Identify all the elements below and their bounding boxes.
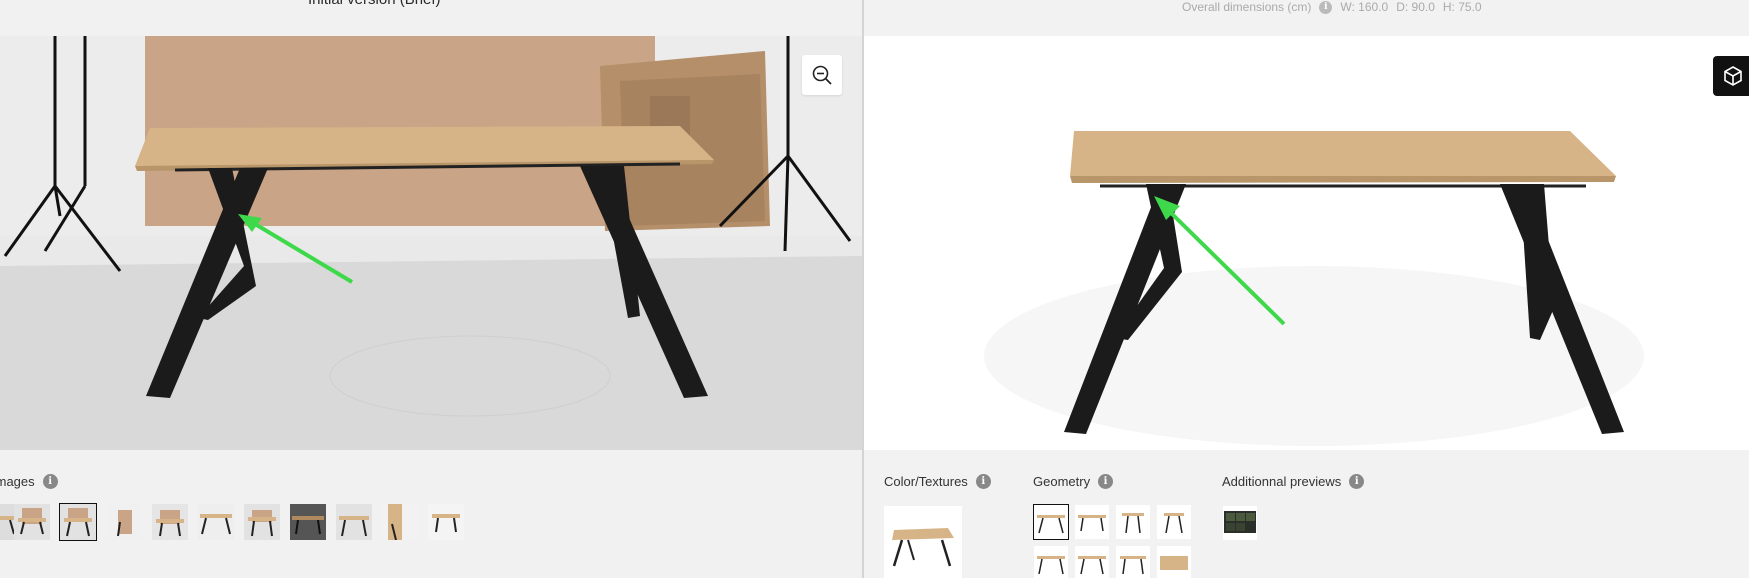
product-photo xyxy=(0,36,862,450)
overall-dimensions: Overall dimensions (cm) i W: 160.0 D: 90… xyxy=(1182,0,1482,14)
image-thumbnail[interactable] xyxy=(106,504,142,540)
additional-previews-text: Additionnal previews xyxy=(1222,474,1342,489)
additional-preview-thumbnail[interactable] xyxy=(1223,506,1257,540)
3d-render-view[interactable] xyxy=(864,36,1749,450)
dimension-height: H: 75.0 xyxy=(1442,0,1482,14)
geometry-option-selected[interactable] xyxy=(1033,504,1069,540)
geometry-option[interactable] xyxy=(1157,546,1191,578)
geometry-option[interactable] xyxy=(1075,546,1109,578)
zoom-out-icon xyxy=(812,65,832,85)
info-icon[interactable]: i xyxy=(42,474,58,489)
geometry-option[interactable] xyxy=(1116,505,1150,539)
render-illustration xyxy=(864,36,1749,450)
geometry-option[interactable] xyxy=(1034,546,1068,578)
header-icons[interactable]: ⌃⌃ xyxy=(778,0,862,9)
color-textures-text: Color/Textures xyxy=(884,474,968,489)
info-icon[interactable]: i xyxy=(1319,0,1333,14)
info-icon[interactable]: i xyxy=(1349,474,1365,489)
info-icon[interactable]: i xyxy=(1098,474,1114,489)
image-thumbnail[interactable] xyxy=(336,504,372,540)
cube-3d-icon xyxy=(1724,66,1742,86)
info-icon[interactable]: i xyxy=(975,474,991,489)
image-thumbnail[interactable] xyxy=(428,504,464,540)
images-section-label: Images i xyxy=(0,474,58,489)
image-thumbnail[interactable] xyxy=(198,504,234,540)
geometry-option[interactable] xyxy=(1075,505,1109,539)
image-thumbnail[interactable] xyxy=(152,504,188,540)
3d-view-button[interactable] xyxy=(1713,56,1749,96)
geometry-option[interactable] xyxy=(1157,505,1191,539)
dimension-width: W: 160.0 xyxy=(1340,0,1389,14)
dimension-depth: D: 90.0 xyxy=(1396,0,1435,14)
pane-title: Initial version (Brief) xyxy=(308,0,441,8)
rendered-preview-pane: Overall dimensions (cm) i W: 160.0 D: 90… xyxy=(864,0,1749,578)
zoom-out-button[interactable] xyxy=(802,55,842,95)
image-thumbnail-selected[interactable] xyxy=(59,503,97,541)
additional-previews-label: Additionnal previews i xyxy=(1222,474,1365,489)
geometry-text: Geometry xyxy=(1033,474,1091,489)
image-thumbnail[interactable] xyxy=(382,504,418,540)
photo-illustration xyxy=(0,36,862,450)
color-textures-label: Color/Textures i xyxy=(884,474,991,489)
geometry-label: Geometry i xyxy=(1033,474,1114,489)
left-header: Initial version (Brief) ⌃⌃ xyxy=(0,0,862,36)
image-thumbnail[interactable] xyxy=(14,504,50,540)
original-image-pane: Initial version (Brief) ⌃⌃ xyxy=(0,0,862,578)
geometry-option[interactable] xyxy=(1116,546,1150,578)
images-label-text: Images xyxy=(0,474,35,489)
image-thumbnail[interactable] xyxy=(244,504,280,540)
image-thumbnail[interactable] xyxy=(290,504,326,540)
texture-swatch[interactable] xyxy=(884,506,962,578)
dimensions-label: Overall dimensions (cm) xyxy=(1182,0,1312,14)
